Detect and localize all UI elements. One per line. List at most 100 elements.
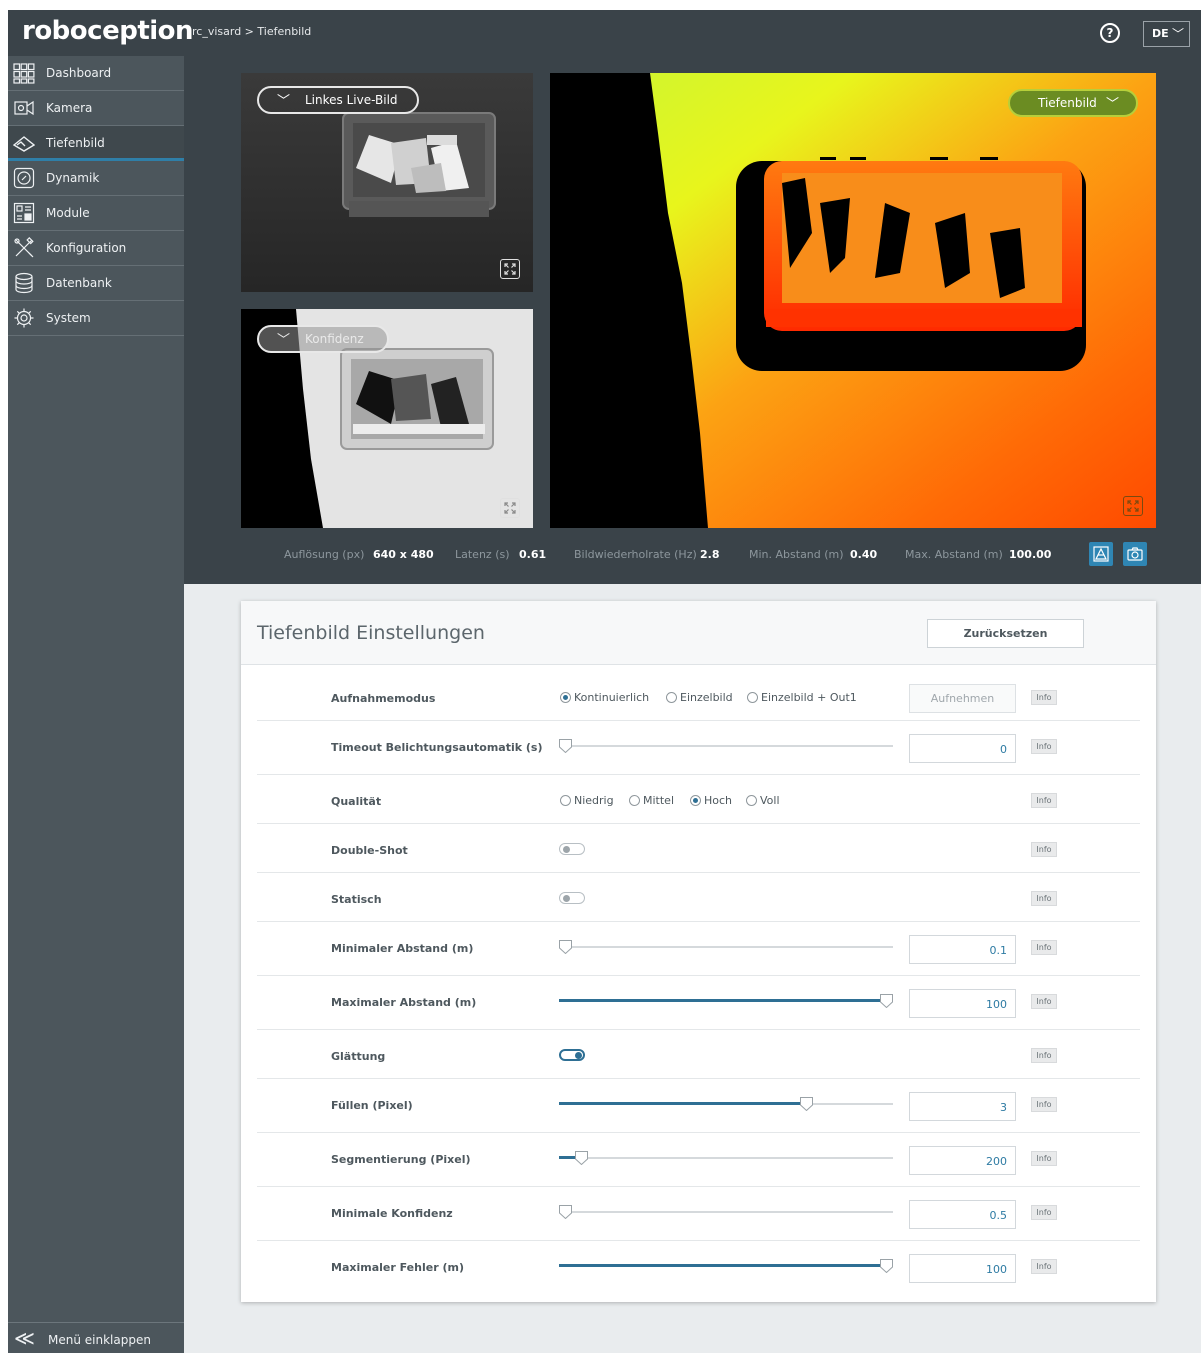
info-button[interactable]: Info bbox=[1031, 739, 1057, 754]
radio-dot bbox=[666, 692, 677, 703]
point-cloud-icon bbox=[1093, 546, 1109, 562]
language-label: DE bbox=[1152, 27, 1169, 40]
depth-image-dropdown[interactable]: Tiefenbild ﹀ bbox=[1008, 89, 1138, 117]
expand-icon[interactable] bbox=[500, 498, 520, 518]
camera-snapshot-icon bbox=[1127, 547, 1143, 561]
timeout-input[interactable]: 0 bbox=[909, 734, 1016, 763]
capture-button[interactable]: Aufnehmen bbox=[909, 684, 1016, 713]
live-image-dropdown[interactable]: ﹀ Linkes Live-Bild bbox=[257, 86, 419, 114]
radio-label: Einzelbild bbox=[680, 691, 733, 704]
row-label: Füllen (Pixel) bbox=[331, 1099, 413, 1112]
chevron-down-icon: ﹀ bbox=[1172, 27, 1185, 41]
info-button[interactable]: Info bbox=[1031, 1205, 1057, 1220]
sidebar-item-datenbank[interactable]: Datenbank bbox=[8, 266, 184, 301]
max-distance-input[interactable]: 100 bbox=[909, 989, 1016, 1018]
stat-label: Bildwiederholrate (Hz) bbox=[574, 548, 697, 561]
max-distance-slider[interactable] bbox=[559, 994, 893, 1008]
info-button[interactable]: Info bbox=[1031, 842, 1057, 857]
confidence-image-panel[interactable]: ﹀ Konfidenz bbox=[241, 309, 533, 528]
expand-icon[interactable] bbox=[1123, 496, 1143, 516]
reset-button[interactable]: Zurücksetzen bbox=[927, 619, 1084, 648]
stat-value: 0.40 bbox=[850, 548, 878, 561]
segmentation-input[interactable]: 200 bbox=[909, 1146, 1016, 1175]
row-label: Qualität bbox=[331, 795, 382, 808]
top-bar: roboception rc_visard > Tiefenbild ? DE … bbox=[8, 10, 1201, 56]
stat-value: 100.00 bbox=[1009, 548, 1052, 561]
info-button[interactable]: Info bbox=[1031, 1048, 1057, 1063]
radio-mittel[interactable]: Mittel bbox=[629, 794, 674, 807]
sidebar-item-tiefenbild[interactable]: Tiefenbild bbox=[8, 126, 184, 161]
sidebar-item-module[interactable]: Module bbox=[8, 196, 184, 231]
sidebar-item-label: Datenbank bbox=[46, 276, 112, 290]
row-label: Glättung bbox=[331, 1050, 386, 1063]
left-live-image-panel[interactable]: ﹀ Linkes Live-Bild bbox=[241, 73, 533, 292]
sidebar-item-label: Module bbox=[46, 206, 90, 220]
row-quality: Qualität Niedrig Mittel Hoch Voll Info bbox=[257, 775, 1140, 824]
breadcrumb: rc_visard > Tiefenbild bbox=[192, 25, 312, 38]
point-cloud-button[interactable] bbox=[1089, 542, 1113, 566]
max-error-input[interactable]: 100 bbox=[909, 1254, 1016, 1283]
timeout-slider[interactable] bbox=[559, 739, 893, 753]
radio-einzelbild-out1[interactable]: Einzelbild + Out1 bbox=[747, 691, 857, 704]
info-button[interactable]: Info bbox=[1031, 1151, 1057, 1166]
radio-label: Mittel bbox=[643, 794, 674, 807]
radio-niedrig[interactable]: Niedrig bbox=[560, 794, 614, 807]
sidebar-item-konfiguration[interactable]: Konfiguration bbox=[8, 231, 184, 266]
radio-einzelbild[interactable]: Einzelbild bbox=[666, 691, 733, 704]
stat-value: 640 x 480 bbox=[373, 548, 434, 561]
sidebar-item-dynamik[interactable]: Dynamik bbox=[8, 161, 184, 196]
info-button[interactable]: Info bbox=[1031, 793, 1057, 808]
min-confidence-input[interactable]: 0.5 bbox=[909, 1200, 1016, 1229]
sidebar-item-system[interactable]: System bbox=[8, 301, 184, 336]
language-select[interactable]: DE ﹀ bbox=[1143, 21, 1190, 47]
collapse-menu-label: Menü einklappen bbox=[48, 1333, 151, 1347]
radio-kontinuierlich[interactable]: Kontinuierlich bbox=[560, 691, 649, 704]
row-double-shot: Double-Shot Info bbox=[257, 824, 1140, 873]
collapse-menu-button[interactable]: ≪ Menü einklappen bbox=[8, 1322, 184, 1353]
stat-value: 2.8 bbox=[700, 548, 720, 561]
modules-icon bbox=[13, 202, 35, 224]
stat-label: Auflösung (px) bbox=[284, 548, 365, 561]
help-icon[interactable]: ? bbox=[1100, 23, 1120, 43]
sidebar-item-kamera[interactable]: Kamera bbox=[8, 91, 184, 126]
min-distance-slider[interactable] bbox=[559, 940, 893, 954]
sidebar-item-dashboard[interactable]: Dashboard bbox=[8, 56, 184, 91]
row-smoothing: Glättung Info bbox=[257, 1030, 1140, 1079]
radio-dot bbox=[690, 795, 701, 806]
database-icon bbox=[15, 272, 33, 294]
smoothing-toggle[interactable] bbox=[559, 1049, 585, 1061]
sidebar-item-label: Tiefenbild bbox=[46, 136, 105, 150]
radio-dot bbox=[560, 795, 571, 806]
chevron-down-icon: ﹀ bbox=[1106, 97, 1120, 112]
fill-input[interactable]: 3 bbox=[909, 1092, 1016, 1121]
depth-image-panel[interactable]: Tiefenbild ﹀ bbox=[550, 73, 1156, 528]
info-button[interactable]: Info bbox=[1031, 1259, 1057, 1274]
info-button[interactable]: Info bbox=[1031, 940, 1057, 955]
radio-voll[interactable]: Voll bbox=[746, 794, 780, 807]
fill-slider[interactable] bbox=[559, 1097, 893, 1111]
info-button[interactable]: Info bbox=[1031, 891, 1057, 906]
row-label: Statisch bbox=[331, 893, 382, 906]
info-button[interactable]: Info bbox=[1031, 994, 1057, 1009]
static-toggle[interactable] bbox=[559, 892, 585, 904]
stat-label: Min. Abstand (m) bbox=[749, 548, 844, 561]
segmentation-slider[interactable] bbox=[559, 1151, 893, 1165]
confidence-dropdown[interactable]: ﹀ Konfidenz bbox=[257, 325, 389, 353]
settings-header: Tiefenbild Einstellungen Zurücksetzen bbox=[241, 601, 1156, 665]
logo[interactable]: roboception bbox=[22, 16, 194, 46]
live-image-dropdown-label: Linkes Live-Bild bbox=[305, 93, 398, 107]
radio-label: Einzelbild + Out1 bbox=[761, 691, 857, 704]
dynamics-icon bbox=[13, 167, 35, 189]
max-error-slider[interactable] bbox=[559, 1259, 893, 1273]
gear-icon bbox=[14, 308, 34, 328]
sidebar-item-label: System bbox=[46, 311, 91, 325]
info-button[interactable]: Info bbox=[1031, 690, 1057, 705]
radio-hoch[interactable]: Hoch bbox=[690, 794, 732, 807]
snapshot-button[interactable] bbox=[1123, 542, 1147, 566]
expand-icon[interactable] bbox=[500, 259, 520, 279]
double-shot-toggle[interactable] bbox=[559, 843, 585, 855]
info-button[interactable]: Info bbox=[1031, 1097, 1057, 1112]
min-confidence-slider[interactable] bbox=[559, 1205, 893, 1219]
min-distance-input[interactable]: 0.1 bbox=[909, 935, 1016, 964]
radio-dot bbox=[746, 795, 757, 806]
